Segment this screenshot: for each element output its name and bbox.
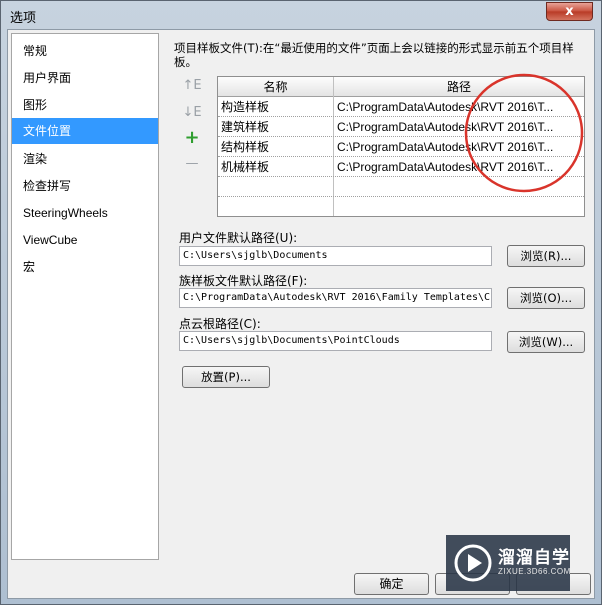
window-title: 选项 [10,11,37,26]
row-name: 构造样板 [221,100,270,114]
play-logo-icon [454,544,492,582]
templates-table: 名称 路径 构造样板 C:\ProgramData\Autodesk\RVT 2… [217,76,585,217]
options-dialog: 选项 x 常规 用户界面 图形 文件位置 渲染 检查拼写 SteeringWhe… [0,0,602,605]
title-bar[interactable]: 选项 x [1,1,601,29]
table-row-empty[interactable] [218,177,584,197]
sidebar-item-rendering[interactable]: 渲染 [12,146,158,172]
sidebar-item-viewcube[interactable]: ViewCube [12,227,158,253]
sidebar-item-macros[interactable]: 宏 [12,254,158,280]
ok-button[interactable]: 确定 [354,573,429,595]
user-path-label: 用户文件默认路径(U): [179,231,298,245]
table-row[interactable]: 结构样板 C:\ProgramData\Autodesk\RVT 2016\T.… [218,137,584,157]
table-row[interactable]: 机械样板 C:\ProgramData\Autodesk\RVT 2016\T.… [218,157,584,177]
table-row[interactable]: 构造样板 C:\ProgramData\Autodesk\RVT 2016\T.… [218,97,584,117]
row-path: C:\ProgramData\Autodesk\RVT 2016\T... [337,100,554,114]
row-name: 结构样板 [221,140,270,154]
browse-cloud-path-button[interactable]: 浏览(W)... [507,331,585,353]
row-name: 建筑样板 [221,120,270,134]
table-header: 名称 路径 [218,77,584,97]
templates-description: 项目样板文件(T):在“最近使用的文件”页面上会以链接的形式显示前五个项目样板。 [174,41,574,69]
row-path: C:\ProgramData\Autodesk\RVT 2016\T... [337,160,554,174]
user-path-input[interactable]: C:\Users\sjglb\Documents [179,246,492,266]
sidebar-item-user-interface[interactable]: 用户界面 [12,65,158,91]
file-locations-panel: 项目样板文件(T):在“最近使用的文件”页面上会以链接的形式显示前五个项目样板。… [162,33,592,560]
browse-user-path-button[interactable]: 浏览(R)... [507,245,585,267]
places-button[interactable]: 放置(P)... [182,366,270,388]
family-path-label: 族样板文件默认路径(F): [179,274,308,288]
table-row[interactable]: 建筑样板 C:\ProgramData\Autodesk\RVT 2016\T.… [218,117,584,137]
remove-icon[interactable]: — [182,155,202,173]
sidebar-item-graphics[interactable]: 图形 [12,92,158,118]
move-up-icon[interactable]: ↑E [182,77,202,95]
row-name: 机械样板 [221,160,270,174]
sidebar-item-steeringwheels[interactable]: SteeringWheels [12,200,158,226]
sidebar: 常规 用户界面 图形 文件位置 渲染 检查拼写 SteeringWheels V… [11,33,159,560]
watermark: 溜溜自学 ZIXUE.3D66.COM [446,535,570,591]
dialog-body: 常规 用户界面 图形 文件位置 渲染 检查拼写 SteeringWheels V… [7,29,595,599]
cloud-path-input[interactable]: C:\Users\sjglb\Documents\PointClouds [179,331,492,351]
sidebar-item-general[interactable]: 常规 [12,38,158,64]
row-path: C:\ProgramData\Autodesk\RVT 2016\T... [337,120,554,134]
sidebar-item-file-locations[interactable]: 文件位置 [12,118,158,144]
row-path: C:\ProgramData\Autodesk\RVT 2016\T... [337,140,554,154]
column-header-path[interactable]: 路径 [334,77,584,97]
add-icon[interactable]: + [182,129,202,147]
move-down-icon[interactable]: ↓E [182,104,202,122]
family-path-input[interactable]: C:\ProgramData\Autodesk\RVT 2016\Family … [179,288,492,308]
sidebar-item-spelling[interactable]: 检查拼写 [12,173,158,199]
cloud-path-label: 点云根路径(C): [179,317,261,331]
browse-family-path-button[interactable]: 浏览(O)... [507,287,585,309]
watermark-subtitle: ZIXUE.3D66.COM [498,567,571,576]
watermark-title: 溜溜自学 [498,548,570,568]
column-header-name[interactable]: 名称 [218,77,334,97]
close-button[interactable]: x [546,2,593,21]
